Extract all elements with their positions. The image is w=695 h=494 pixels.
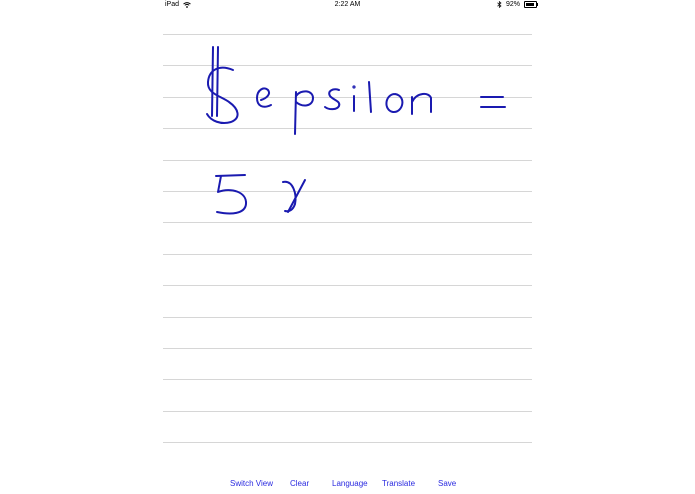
ink-stroke-p-stem — [294, 91, 297, 135]
clear-button[interactable]: Clear — [290, 479, 309, 488]
ink-stroke-p-bowl — [295, 90, 314, 107]
handwritten-ink — [206, 46, 506, 215]
bluetooth-icon — [497, 1, 502, 8]
ink-stroke-dollar-bar2 — [216, 46, 219, 117]
battery-fill — [525, 2, 535, 7]
battery-tip — [537, 3, 539, 6]
status-right: 92% — [497, 1, 539, 8]
handwriting-canvas[interactable] — [163, 34, 532, 474]
ink-stroke-five-body — [216, 175, 247, 215]
battery-icon — [524, 1, 539, 8]
ink-stroke-s — [324, 88, 341, 111]
status-time: 2:22 AM — [334, 1, 361, 8]
ink-stroke-l — [368, 81, 372, 113]
switch-view-button[interactable]: Switch View — [230, 479, 273, 488]
ink-stroke-n — [411, 92, 432, 115]
battery-percent: 92% — [506, 1, 521, 8]
ink-stroke-e — [256, 87, 272, 108]
status-bar: iPad 2:22 AM 92% — [0, 0, 695, 12]
bottom-toolbar: Switch View Clear Language Translate Sav… — [0, 476, 695, 492]
translate-button[interactable]: Translate — [382, 479, 415, 488]
ink-stroke-x-curve — [282, 180, 297, 213]
ink-stroke-i-dot — [352, 85, 356, 89]
save-button[interactable]: Save — [438, 479, 456, 488]
ink-stroke-o — [385, 93, 404, 113]
language-button[interactable]: Language — [332, 479, 368, 488]
ink-stroke-dollar-bar1 — [211, 46, 214, 117]
